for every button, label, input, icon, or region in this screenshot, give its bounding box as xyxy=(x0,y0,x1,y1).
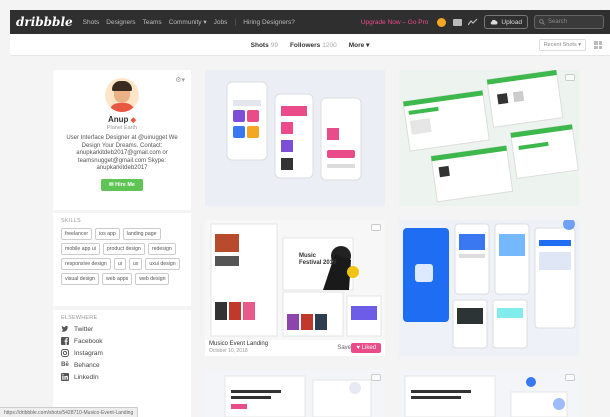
skill-tag[interactable]: redesign xyxy=(147,243,176,255)
skills-label: SKILLS xyxy=(61,218,81,224)
shot-corner-badge xyxy=(565,74,575,81)
tab-followers[interactable]: Followers 1200 xyxy=(290,42,337,49)
social-link-behance[interactable]: Bē Behance xyxy=(61,361,183,369)
tab-more[interactable]: More ▾ xyxy=(349,41,370,49)
nav-community[interactable]: Community ▾ xyxy=(169,18,207,26)
shot-thumbnail xyxy=(205,70,385,206)
search-placeholder: Search xyxy=(548,19,568,25)
instagram-icon xyxy=(61,349,69,357)
nav-hiring[interactable]: Hiring Designers? xyxy=(243,19,295,26)
upgrade-link[interactable]: Upgrade Now – Go Pro xyxy=(361,19,429,26)
cloud-upload-icon xyxy=(491,19,498,25)
elsewhere-section: ELSEWHERE Twitter Facebook Instagram Bē … xyxy=(53,310,191,417)
linkedin-icon xyxy=(61,373,69,381)
shot-title[interactable]: Musico Event Landing October 10, 2018 xyxy=(209,341,268,354)
profile-name: Anup ◆ xyxy=(107,115,137,124)
hire-me-button[interactable]: ✉ Hire Me xyxy=(100,178,143,191)
profile-card: ⚙▾ Anup ◆ Planet Earth User Interface De… xyxy=(53,70,191,210)
shot-corner-badge xyxy=(371,224,381,231)
skill-tag[interactable]: uxui design xyxy=(145,258,180,270)
gear-icon[interactable]: ⚙▾ xyxy=(175,76,185,84)
shot-card[interactable] xyxy=(399,220,579,356)
user-avatar-icon[interactable] xyxy=(436,17,446,27)
nav-designers[interactable]: Designers xyxy=(106,19,135,26)
skills-section: SKILLS freelancer ios app landing page m… xyxy=(53,213,191,306)
skill-tag[interactable]: landing page xyxy=(122,228,161,240)
nav-jobs[interactable]: Jobs xyxy=(214,19,228,26)
skill-tag[interactable]: visual design xyxy=(61,273,99,285)
skill-tag[interactable]: web design xyxy=(135,273,170,285)
search-input[interactable]: Search xyxy=(534,15,604,29)
top-nav: dribbble Shots Designers Teams Community… xyxy=(10,10,610,34)
skill-tag[interactable]: ui xyxy=(113,258,126,270)
shot-card[interactable] xyxy=(205,370,385,417)
twitter-icon xyxy=(61,325,69,332)
shot-corner-badge xyxy=(565,374,575,381)
tab-shots[interactable]: Shots 99 xyxy=(251,42,278,49)
skill-tag[interactable]: web apps xyxy=(102,273,133,285)
dribbble-logo[interactable]: dribbble xyxy=(16,15,73,29)
behance-icon: Bē xyxy=(61,362,69,368)
sort-select[interactable]: Recent Shots ▾ xyxy=(538,39,586,51)
nav-teams[interactable]: Teams xyxy=(143,19,162,26)
social-link-facebook[interactable]: Facebook xyxy=(61,337,183,345)
skill-tag[interactable]: mobile app ui xyxy=(61,243,100,255)
skill-tags: freelancer ios app landing page mobile a… xyxy=(61,228,183,285)
activity-icon[interactable] xyxy=(468,17,478,27)
messages-icon[interactable] xyxy=(452,17,462,27)
skill-tag[interactable]: product design xyxy=(102,243,145,255)
profile-subnav: Shots 99 Followers 1200 More ▾ Recent Shot… xyxy=(10,34,610,56)
shot-thumbnail xyxy=(205,370,385,417)
shot-card[interactable] xyxy=(399,70,579,206)
nav-separator: | xyxy=(234,18,237,26)
avatar xyxy=(105,78,139,112)
nav-shots[interactable]: Shots xyxy=(83,19,100,26)
search-icon xyxy=(539,19,545,25)
profile-bio: User Interface Designer at @uinugget We … xyxy=(66,135,178,171)
upload-label: Upload xyxy=(501,18,522,26)
upload-button[interactable]: Upload xyxy=(484,15,528,29)
shot-thumbnail xyxy=(399,370,579,417)
grid-view-icon[interactable] xyxy=(594,41,602,49)
shot-thumbnail xyxy=(399,220,579,356)
save-button[interactable]: Save xyxy=(337,345,351,351)
shot-date: October 10, 2018 xyxy=(209,348,248,354)
skill-tag[interactable]: ux xyxy=(128,258,143,270)
shot-card[interactable] xyxy=(399,370,579,417)
social-link-twitter[interactable]: Twitter xyxy=(61,325,183,333)
liked-button[interactable]: ♥ Liked xyxy=(351,343,381,353)
social-link-linkedin[interactable]: LinkedIn xyxy=(61,373,183,381)
skill-tag[interactable]: responsive design xyxy=(61,258,111,270)
skill-tag[interactable]: ios app xyxy=(95,228,120,240)
hero-text: Music Festival 2019 xyxy=(299,253,337,266)
shot-corner-badge xyxy=(371,374,381,381)
pro-badge-icon: ◆ xyxy=(130,117,137,124)
shot-card[interactable]: Music Festival 2019 Musico Event Landing O… xyxy=(205,220,385,356)
facebook-icon xyxy=(61,337,69,345)
shot-thumbnail xyxy=(205,220,385,340)
elsewhere-label: ELSEWHERE xyxy=(61,315,98,321)
profile-location: Planet Earth xyxy=(106,125,138,131)
browser-status-bar: https://dribbble.com/shots/5428710-Music… xyxy=(0,407,139,417)
shot-card[interactable] xyxy=(205,70,385,206)
skill-tag[interactable]: freelancer xyxy=(61,228,93,240)
shot-thumbnail xyxy=(399,70,579,206)
nav-right: Upgrade Now – Go Pro Upload Search xyxy=(361,15,604,29)
social-link-instagram[interactable]: Instagram xyxy=(61,349,183,357)
